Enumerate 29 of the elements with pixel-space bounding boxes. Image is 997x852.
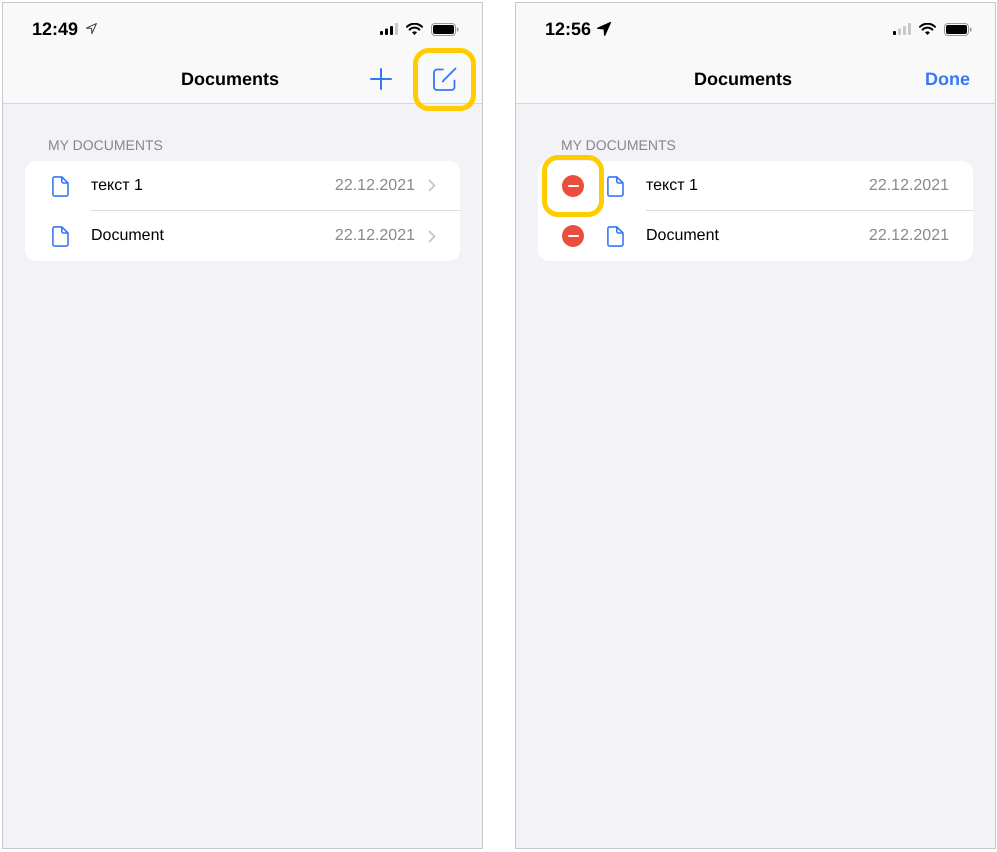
document-date: 22.12.2021	[868, 226, 949, 246]
screen-title: Documents	[180, 68, 279, 90]
section-header: MY DOCUMENTS	[48, 137, 163, 154]
document-date: 22.12.2021	[868, 176, 949, 196]
document-name: текст 1	[646, 176, 698, 196]
status-time: 12:49	[32, 18, 78, 40]
section-header: MY DOCUMENTS	[561, 137, 676, 154]
battery-icon	[944, 22, 972, 36]
compose-button[interactable]	[432, 66, 457, 92]
document-name: Document	[91, 226, 164, 246]
battery-icon	[431, 22, 459, 36]
minus-icon	[568, 185, 578, 187]
document-name: текст 1	[91, 176, 143, 196]
wifi-icon	[406, 23, 423, 35]
screen-title: Documents	[694, 68, 792, 90]
done-button[interactable]: Done	[925, 68, 970, 90]
document-name: Document	[646, 226, 719, 246]
add-button[interactable]	[370, 68, 392, 90]
wifi-icon	[919, 23, 936, 35]
minus-icon	[568, 235, 578, 237]
document-date: 22.12.2021	[334, 226, 415, 246]
document-icon	[607, 176, 624, 196]
delete-button[interactable]	[562, 225, 584, 247]
delete-button[interactable]	[562, 175, 584, 197]
status-time: 12:56	[545, 18, 592, 40]
document-icon	[607, 226, 624, 246]
plus-icon	[370, 68, 392, 90]
document-date: 22.12.2021	[334, 176, 415, 196]
compose-icon	[432, 66, 457, 92]
